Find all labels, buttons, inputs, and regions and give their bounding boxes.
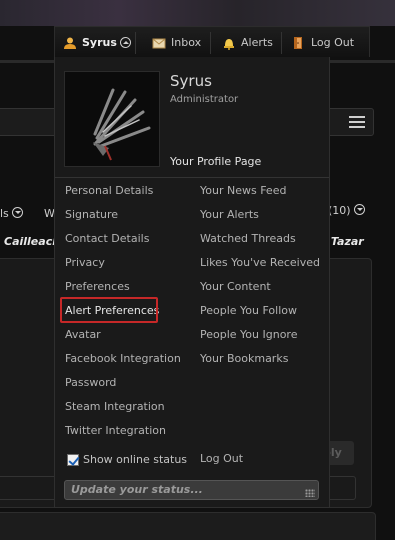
online-status-checkbox[interactable] — [67, 453, 79, 466]
inbox-icon — [152, 36, 166, 50]
logout-label: Log Out — [311, 36, 355, 49]
filter-label: ls — [0, 207, 9, 220]
show-online-status-toggle[interactable]: Show online status — [67, 453, 187, 466]
menu-item-password[interactable]: Password — [65, 373, 116, 393]
nav-separator — [210, 32, 211, 54]
inbox-link[interactable]: Inbox — [152, 27, 201, 58]
menu-item-preferences[interactable]: Preferences — [65, 277, 130, 297]
online-member-fragment[interactable]: Cailleach — [4, 235, 60, 248]
alerts-link[interactable]: Alerts — [222, 27, 273, 58]
logout-icon — [292, 36, 306, 50]
status-update-input[interactable]: Update your status... — [64, 480, 319, 500]
account-navbar: Syrus Inbox Alerts Log Out — [54, 26, 370, 57]
menu-item-privacy[interactable]: Privacy — [65, 253, 105, 273]
profile-page-link[interactable]: Your Profile Page — [170, 155, 261, 168]
count-filter[interactable]: (10) — [328, 204, 366, 217]
menu-item-personal-details[interactable]: Personal Details — [65, 181, 153, 201]
menu-item-twitter-integration[interactable]: Twitter Integration — [65, 421, 166, 441]
menu-logout-link[interactable]: Log Out — [200, 449, 243, 469]
count-label: (10) — [328, 204, 351, 217]
filter-fragment[interactable]: ls — [0, 207, 24, 220]
menu-item-facebook-integration[interactable]: Facebook Integration — [65, 349, 181, 369]
alert-preferences-highlight-box — [60, 297, 158, 323]
alerts-label: Alerts — [241, 36, 273, 49]
menu-item-avatar[interactable]: Avatar — [65, 325, 101, 345]
menu-item-watched-threads[interactable]: Watched Threads — [200, 229, 296, 249]
menu-item-contact-details[interactable]: Contact Details — [65, 229, 149, 249]
navbar-logout-link[interactable]: Log Out — [292, 27, 354, 58]
menu-item-your-bookmarks[interactable]: Your Bookmarks — [200, 349, 288, 369]
menu-item-likes-received[interactable]: Likes You've Received — [200, 253, 320, 273]
chevron-down-icon — [12, 207, 24, 218]
chevron-down-icon — [354, 204, 366, 215]
menu-item-your-content[interactable]: Your Content — [200, 277, 271, 297]
nav-separator — [281, 32, 282, 54]
menu-divider — [55, 177, 329, 178]
bell-icon — [222, 36, 236, 50]
lower-panel — [0, 512, 376, 540]
header-banner — [0, 0, 395, 26]
resize-grip-icon[interactable] — [305, 489, 315, 497]
account-menu-toggle[interactable]: Syrus — [63, 27, 131, 58]
menu-item-news-feed[interactable]: Your News Feed — [200, 181, 286, 201]
username-label: Syrus — [82, 36, 117, 49]
account-dropdown: Syrus Administrator Your Profile Page Pe… — [54, 57, 330, 508]
avatar[interactable] — [64, 71, 160, 167]
inbox-label: Inbox — [171, 36, 202, 49]
menu-item-people-you-follow[interactable]: People You Follow — [200, 301, 297, 321]
menu-item-your-alerts[interactable]: Your Alerts — [200, 205, 259, 225]
online-status-label: Show online status — [83, 453, 188, 466]
menu-item-people-you-ignore[interactable]: People You Ignore — [200, 325, 297, 345]
profile-name[interactable]: Syrus — [170, 72, 212, 90]
menu-item-signature[interactable]: Signature — [65, 205, 118, 225]
nav-separator — [135, 32, 136, 54]
user-icon — [63, 36, 77, 50]
status-placeholder: Update your status... — [71, 483, 203, 496]
list-view-icon[interactable] — [349, 116, 365, 128]
chevron-up-icon — [119, 37, 131, 48]
menu-item-steam-integration[interactable]: Steam Integration — [65, 397, 165, 417]
profile-role: Administrator — [170, 94, 239, 105]
